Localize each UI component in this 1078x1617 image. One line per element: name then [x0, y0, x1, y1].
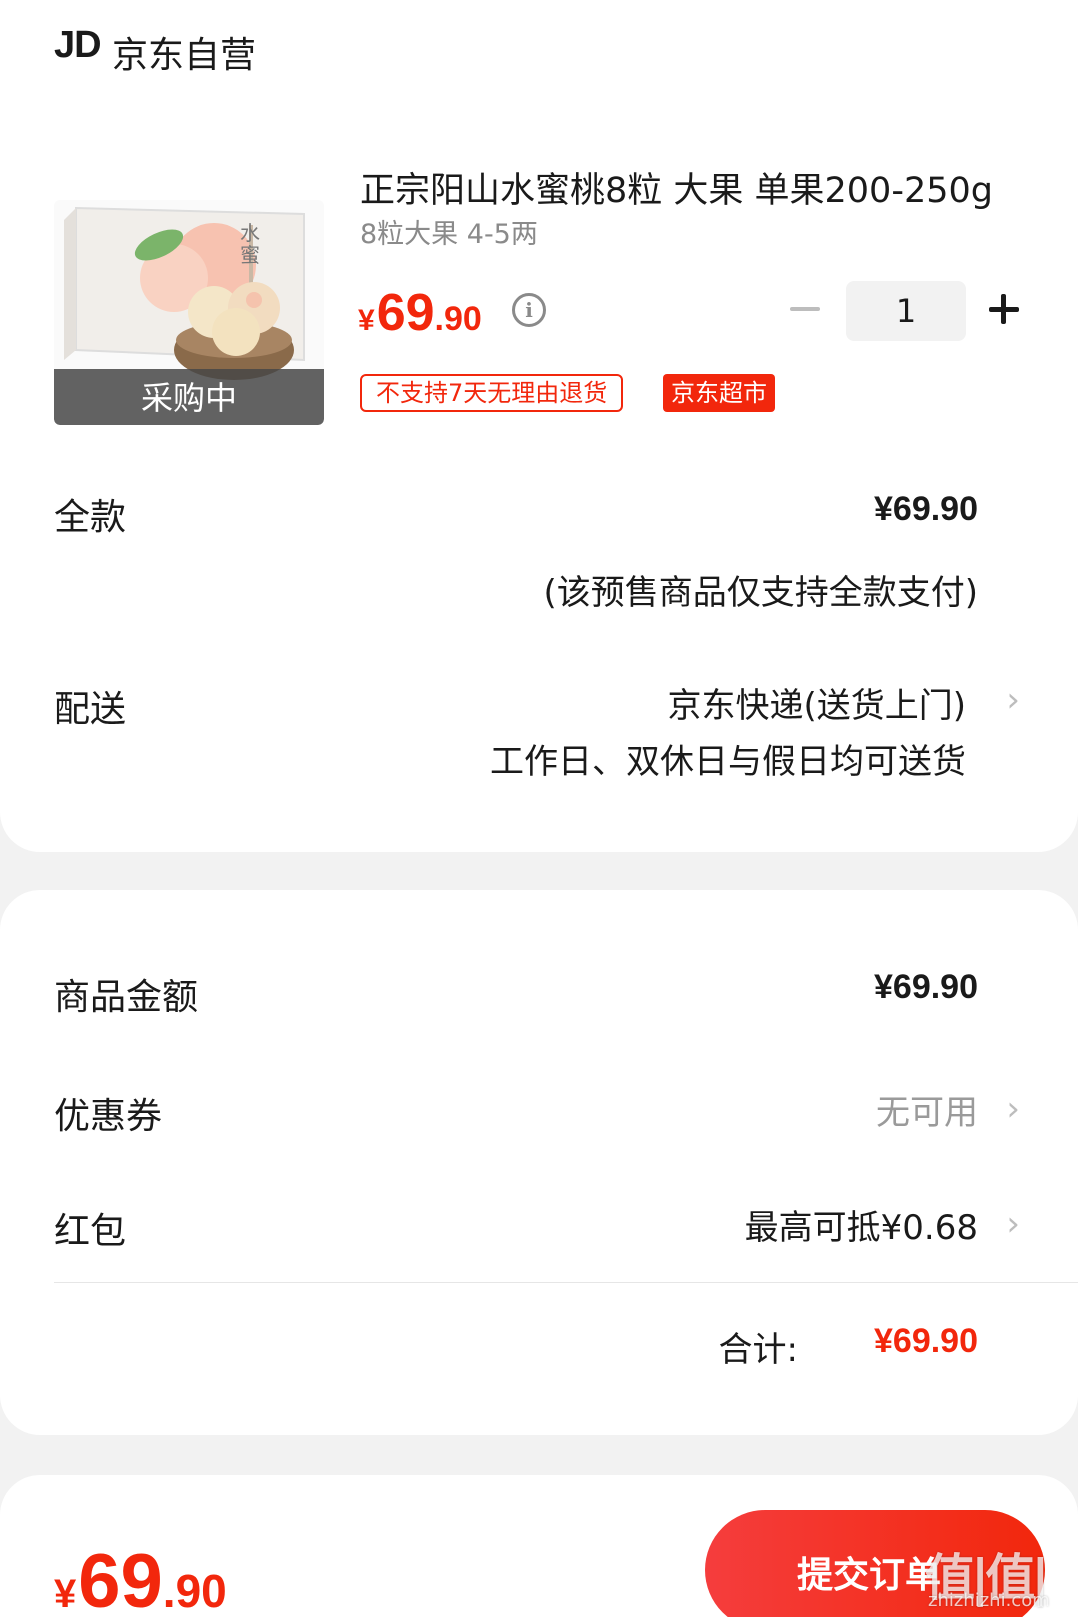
total-value: ¥69.90: [874, 1322, 978, 1360]
chevron-right-icon[interactable]: ›: [1006, 1089, 1020, 1129]
order-item-card: JD 京东自营 水 蜜 采购中 正宗阳山水蜜桃8粒 大果 单果200-250g …: [0, 0, 1078, 852]
checkout-price: ¥ 69 .90: [54, 1538, 227, 1617]
goods-amount-label: 商品金额: [54, 977, 199, 1018]
payment-note: (该预售商品仅支持全款支付): [543, 573, 978, 613]
delivery-time[interactable]: 工作日、双休日与假日均可送货: [490, 734, 966, 783]
price-currency: ¥: [358, 304, 375, 337]
purchasing-status-overlay: 采购中: [54, 369, 324, 425]
checkout-price-integer: 69: [78, 1539, 163, 1617]
plus-icon[interactable]: [987, 292, 1021, 326]
divider: [54, 1282, 1078, 1283]
shop-name: 京东自营: [112, 35, 257, 76]
checkout-price-decimal: .90: [162, 1565, 227, 1617]
coupon-label[interactable]: 优惠券: [54, 1087, 162, 1139]
product-spec: 8粒大果 4-5两: [360, 219, 538, 250]
red-packet-value[interactable]: 最高可抵¥0.68: [745, 1200, 978, 1249]
goods-amount-value: ¥69.90: [874, 968, 978, 1006]
quantity-value[interactable]: 1: [846, 281, 966, 341]
svg-text:水: 水: [240, 221, 260, 245]
price-integer: 69: [376, 284, 435, 342]
jd-logo: JD: [54, 24, 102, 66]
chevron-right-icon[interactable]: ›: [1006, 1204, 1020, 1244]
chevron-right-icon[interactable]: ›: [1006, 680, 1020, 720]
info-icon[interactable]: i: [512, 293, 546, 327]
return-policy-tag: 不支持7天无理由退货: [360, 374, 624, 412]
watermark-url: zhizhizhi.com: [928, 1590, 1050, 1611]
product-price: ¥ 69 .90: [358, 283, 482, 343]
payment-label: 全款: [54, 497, 127, 538]
minus-icon[interactable]: [788, 292, 822, 326]
coupon-value[interactable]: 无可用: [876, 1085, 978, 1134]
jd-supermarket-tag: 京东超市: [663, 374, 775, 412]
total-label: 合计:: [718, 1330, 798, 1370]
delivery-label: 配送: [54, 689, 127, 730]
svg-text:蜜: 蜜: [240, 243, 260, 267]
checkout-price-currency: ¥: [54, 1572, 77, 1616]
product-image[interactable]: 水 蜜 采购中: [54, 200, 324, 425]
delivery-method[interactable]: 京东快递(送货上门): [667, 678, 966, 727]
payment-value: ¥69.90: [874, 490, 978, 528]
red-packet-label[interactable]: 红包: [54, 1202, 126, 1254]
price-decimal: .90: [434, 300, 482, 338]
product-title[interactable]: 正宗阳山水蜜桃8粒 大果 单果200-250g: [360, 162, 1025, 213]
